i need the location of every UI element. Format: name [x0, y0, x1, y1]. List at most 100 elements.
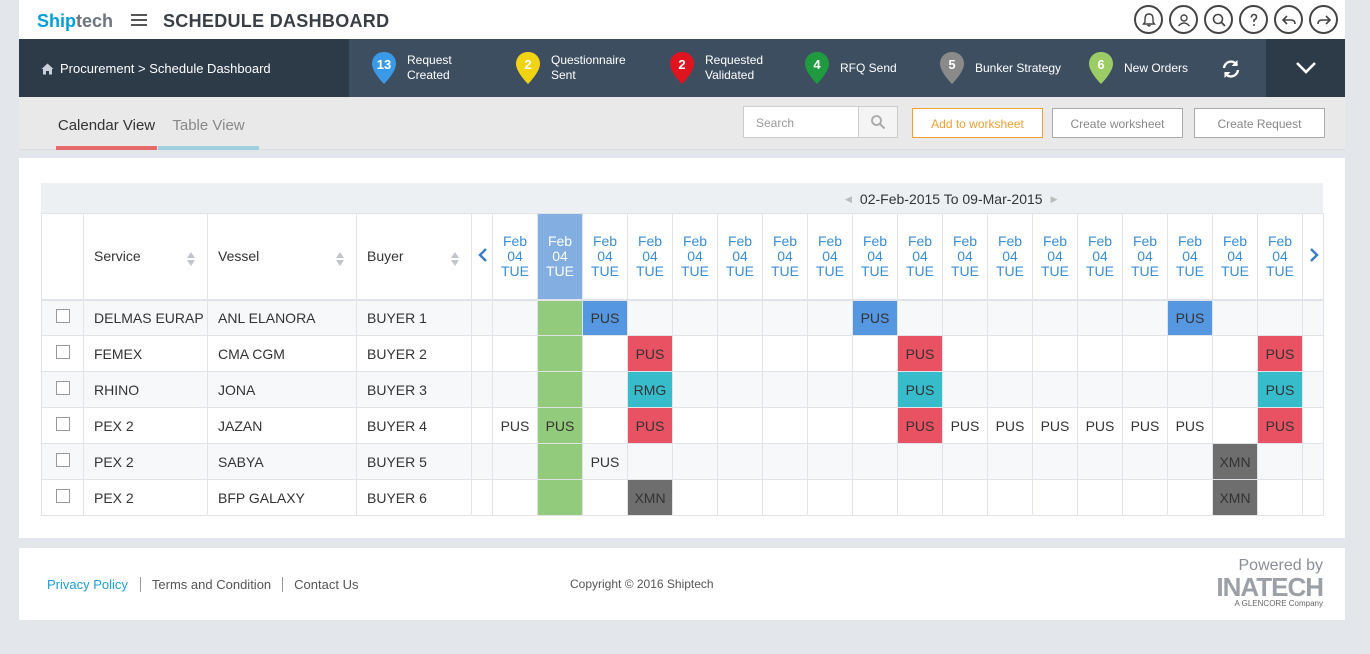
vessel-column-header[interactable]: Vessel: [207, 213, 357, 301]
schedule-cell[interactable]: [1032, 299, 1078, 336]
row-checkbox[interactable]: [55, 309, 70, 324]
day-column-header[interactable]: Feb 04 TUE: [1167, 213, 1213, 301]
schedule-cell[interactable]: [492, 299, 538, 336]
schedule-cell[interactable]: PUS: [1167, 407, 1213, 444]
schedule-cell[interactable]: [582, 335, 628, 372]
schedule-cell[interactable]: [807, 335, 853, 372]
schedule-cell[interactable]: PUS: [627, 335, 673, 372]
schedule-cell[interactable]: [897, 479, 943, 516]
schedule-cell[interactable]: [987, 443, 1033, 480]
day-column-header[interactable]: Feb 04 TUE: [1122, 213, 1168, 301]
schedule-cell[interactable]: PUS: [897, 407, 943, 444]
day-column-header[interactable]: Feb 04 TUE: [942, 213, 988, 301]
schedule-cell[interactable]: [537, 479, 583, 516]
table-row[interactable]: PEX 2 BFP GALAXY BUYER 6 XMN XMN: [41, 479, 1324, 516]
schedule-cell[interactable]: [582, 479, 628, 516]
schedule-cell[interactable]: [942, 335, 988, 372]
schedule-cell[interactable]: [1122, 299, 1168, 336]
schedule-cell[interactable]: [942, 479, 988, 516]
day-column-header[interactable]: Feb 04 TUE: [897, 213, 943, 301]
schedule-cell[interactable]: [762, 479, 808, 516]
schedule-cell[interactable]: [1122, 443, 1168, 480]
schedule-cell[interactable]: [942, 299, 988, 336]
add-to-worksheet-button[interactable]: Add to worksheet: [912, 108, 1043, 138]
schedule-cell[interactable]: PUS: [897, 335, 943, 372]
schedule-cell[interactable]: [672, 407, 718, 444]
schedule-cell[interactable]: [987, 479, 1033, 516]
day-column-header[interactable]: Feb 04 TUE: [1212, 213, 1258, 301]
create-request-button[interactable]: Create Request: [1194, 108, 1325, 138]
table-row[interactable]: PEX 2 SABYA BUYER 5 PUS XMN: [41, 443, 1324, 480]
create-worksheet-button[interactable]: Create worksheet: [1052, 108, 1183, 138]
table-row[interactable]: FEMEX CMA CGM BUYER 2 PUS PUS PUS: [41, 335, 1324, 372]
schedule-cell[interactable]: [942, 443, 988, 480]
schedule-cell[interactable]: XMN: [627, 479, 673, 516]
schedule-cell[interactable]: [717, 299, 763, 336]
schedule-cell[interactable]: [1032, 335, 1078, 372]
status-stat-3[interactable]: 4 RFQ Send: [804, 51, 897, 85]
table-row[interactable]: PEX 2 JAZAN BUYER 4 PUS PUS PUS PUS PUS PUS PUS PU…: [41, 407, 1324, 444]
schedule-cell[interactable]: [807, 443, 853, 480]
schedule-cell[interactable]: [1257, 479, 1303, 516]
day-column-header[interactable]: Feb 04 TUE: [582, 213, 628, 301]
undo-icon[interactable]: [1274, 5, 1303, 34]
schedule-cell[interactable]: [1032, 443, 1078, 480]
schedule-cell[interactable]: [852, 335, 898, 372]
prev-days-button[interactable]: [471, 213, 493, 301]
schedule-cell[interactable]: [717, 371, 763, 408]
status-stat-4[interactable]: 5 Bunker Strategy: [939, 51, 1061, 85]
schedule-cell[interactable]: [1212, 407, 1258, 444]
schedule-cell[interactable]: [762, 335, 808, 372]
day-column-header[interactable]: Feb 04 TUE: [717, 213, 763, 301]
day-column-header[interactable]: Feb 04 TUE: [807, 213, 853, 301]
schedule-cell[interactable]: PUS: [582, 299, 628, 336]
schedule-cell[interactable]: PUS: [897, 371, 943, 408]
row-checkbox[interactable]: [55, 489, 70, 503]
schedule-cell[interactable]: [1212, 335, 1258, 372]
schedule-cell[interactable]: [537, 299, 583, 336]
day-column-header[interactable]: Feb 04 TUE: [1077, 213, 1123, 301]
schedule-cell[interactable]: PUS: [1257, 407, 1303, 444]
day-column-header[interactable]: Feb 04 TUE: [1257, 213, 1303, 301]
schedule-cell[interactable]: [807, 299, 853, 336]
schedule-cell[interactable]: [1032, 479, 1078, 516]
schedule-cell[interactable]: [1257, 443, 1303, 480]
schedule-cell[interactable]: [762, 371, 808, 408]
breadcrumb[interactable]: Procurement > Schedule Dashboard: [41, 61, 271, 76]
schedule-cell[interactable]: [852, 371, 898, 408]
schedule-cell[interactable]: [672, 299, 718, 336]
sort-icon[interactable]: [451, 252, 459, 266]
schedule-cell[interactable]: PUS: [1257, 335, 1303, 372]
schedule-cell[interactable]: [897, 299, 943, 336]
tab-table-view[interactable]: Table View: [158, 97, 259, 150]
schedule-cell[interactable]: [1167, 371, 1213, 408]
next-days-button[interactable]: [1302, 213, 1324, 301]
row-checkbox[interactable]: [55, 345, 70, 359]
day-column-header[interactable]: Feb 04 TUE: [537, 213, 583, 301]
schedule-cell[interactable]: [852, 479, 898, 516]
schedule-cell[interactable]: [1077, 479, 1123, 516]
status-stat-2[interactable]: 2 Requested Validated: [669, 51, 763, 85]
schedule-cell[interactable]: [1077, 443, 1123, 480]
schedule-cell[interactable]: PUS: [582, 443, 628, 480]
user-icon[interactable]: [1169, 5, 1198, 34]
schedule-cell[interactable]: [1032, 371, 1078, 408]
schedule-cell[interactable]: [492, 335, 538, 372]
schedule-cell[interactable]: [717, 407, 763, 444]
menu-icon[interactable]: [131, 14, 147, 27]
schedule-cell[interactable]: [1167, 335, 1213, 372]
day-column-header[interactable]: Feb 04 TUE: [987, 213, 1033, 301]
schedule-cell[interactable]: [717, 335, 763, 372]
row-checkbox[interactable]: [55, 453, 70, 467]
schedule-cell[interactable]: RMG: [627, 371, 673, 408]
schedule-cell[interactable]: [537, 371, 583, 408]
schedule-cell[interactable]: PUS: [1122, 407, 1168, 444]
schedule-cell[interactable]: [987, 299, 1033, 336]
status-stat-1[interactable]: 2 Questionnaire Sent: [515, 51, 626, 85]
app-logo[interactable]: Shiptech: [37, 11, 113, 32]
privacy-policy-link[interactable]: Privacy Policy: [47, 577, 141, 592]
schedule-cell[interactable]: [762, 407, 808, 444]
schedule-cell[interactable]: [1167, 443, 1213, 480]
schedule-cell[interactable]: PUS: [627, 407, 673, 444]
schedule-cell[interactable]: [492, 371, 538, 408]
